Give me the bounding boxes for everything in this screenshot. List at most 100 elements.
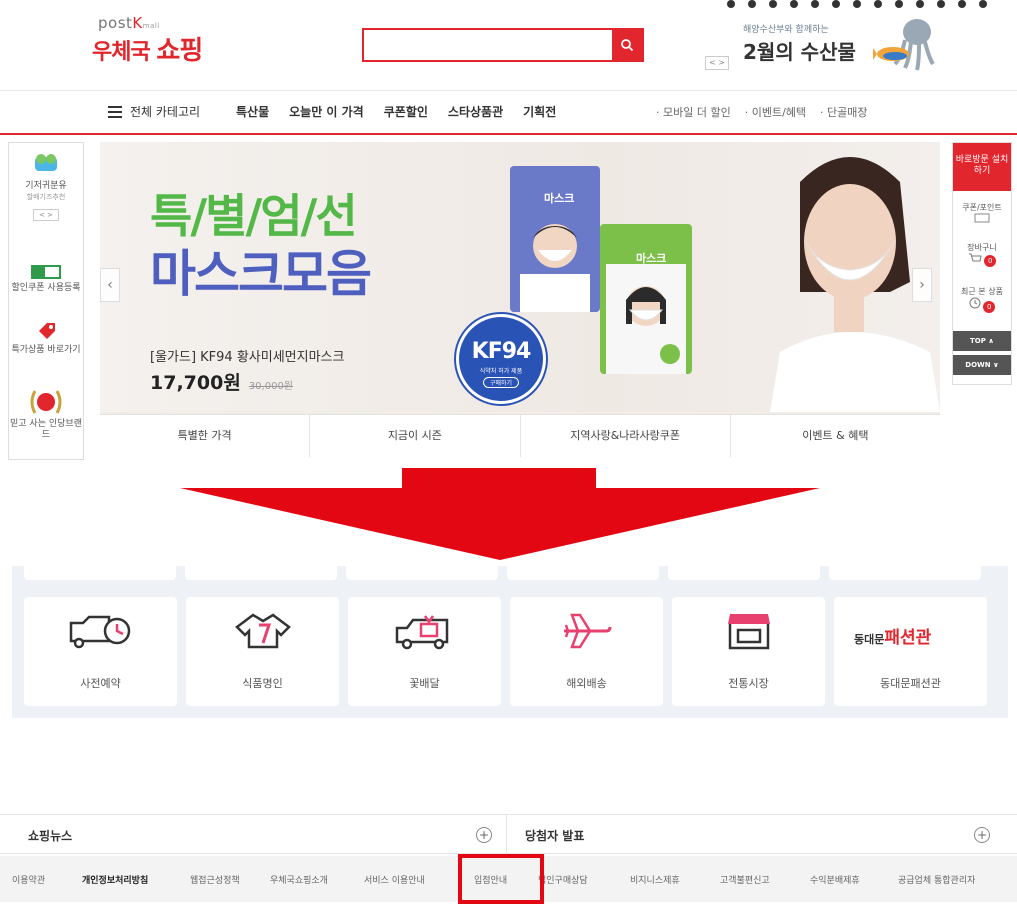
service-flower-delivery-label: 꽃배달	[409, 677, 440, 690]
kf94-badge-sub: 식약처 허가 제품	[479, 368, 523, 375]
nav-sub-event[interactable]: · 이벤트/혜택	[745, 104, 806, 120]
kf94-badge-button: 구매하기	[483, 377, 519, 388]
service-overseas-shipping[interactable]: 해외배송	[510, 597, 663, 706]
nav-item-exhibition[interactable]: 기획전	[523, 103, 556, 120]
girl-model-image	[606, 264, 686, 374]
gift-truck-icon	[395, 615, 449, 650]
scroll-down-button[interactable]: DOWN ∨	[953, 355, 1011, 375]
footer-link-complaint[interactable]: 고객불편신고	[720, 873, 770, 886]
promo-title: 2월의 수산물	[743, 40, 856, 64]
promo-nav-button[interactable]: < >	[705, 56, 729, 70]
quick-diaper-label: 기저귀분유	[25, 181, 67, 191]
promo-dots	[727, 0, 987, 8]
recent-viewed-item[interactable]: 최근 본 상품 0	[953, 287, 1011, 313]
service-food-master-label: 식품명인	[242, 677, 283, 690]
octopus-fish-icon	[873, 19, 935, 71]
hero-old-price: 30,000원	[248, 381, 294, 392]
kf94-badge: KF94 식약처 허가 제품 구매하기	[456, 314, 546, 404]
quick-special[interactable]: 특가상품 바로가기	[9, 319, 83, 356]
coupon-point-item[interactable]: 쿠폰/포인트	[953, 203, 1011, 226]
cart-item[interactable]: 장바구니 0	[953, 243, 1011, 267]
hero-title-line2: 마스크모음	[150, 245, 372, 303]
service-dongdaemun-label: 동대문패션관	[880, 677, 941, 690]
service-overseas-shipping-label: 해외배송	[566, 677, 607, 690]
shopping-news-more-button[interactable]: +	[476, 827, 492, 843]
footer-link-supplier[interactable]: 공급업체 통합관리자	[898, 873, 975, 886]
scroll-top-button[interactable]: TOP ∧	[953, 331, 1011, 351]
hamburger-icon	[108, 105, 122, 118]
tag-icon	[39, 323, 55, 339]
nav-item-specialty[interactable]: 특산물	[236, 103, 269, 120]
hero-banner[interactable]: 특/별/엄/선 마스크모음 [울가드] KF94 황사미세먼지마스크 17,70…	[100, 142, 940, 457]
service-preorder[interactable]: 사전예약	[24, 597, 177, 706]
logo[interactable]: postKmall 우체국 쇼핑	[92, 14, 232, 66]
install-shortcut-button[interactable]: 바로방문 설치하기	[953, 143, 1011, 191]
mask-package-green: 마스크	[600, 224, 692, 374]
quick-brand-label: 믿고 사는 인당브랜드	[10, 419, 82, 440]
service-top-row-cropped	[12, 566, 1008, 586]
nav-item-today-price[interactable]: 오늘만 이 가격	[289, 103, 364, 120]
footer-link-privacy[interactable]: 개인정보처리방침	[82, 873, 148, 886]
banner-tab-season[interactable]: 지금이 시즌	[310, 415, 521, 457]
banner-tab-special-price[interactable]: 특별한 가격	[100, 415, 311, 457]
service-traditional-market-label: 전통시장	[728, 677, 769, 690]
nav-sub-mobile-sale[interactable]: · 모바일 더 할인	[656, 104, 731, 120]
market-stall-icon	[728, 614, 770, 650]
service-dongdaemun[interactable]: 동대문패션관 동대문패션관	[834, 597, 987, 706]
service-traditional-market[interactable]: 전통시장	[672, 597, 825, 706]
quick-brand[interactable]: 믿고 사는 인당브랜드	[9, 389, 83, 441]
main-nav: 전체 카테고리 특산물 오늘만 이 가격 쿠폰할인 스타상품관 기획전 · 모바…	[0, 90, 1017, 135]
banner-tab-local-coupon[interactable]: 지역사랑&나라사랑쿠폰	[521, 415, 731, 457]
footer-link-service-guide[interactable]: 서비스 이용안내	[364, 873, 425, 886]
winner-announcement-title[interactable]: 당첨자 발표	[525, 827, 584, 844]
banner-prev-arrow[interactable]: ‹	[100, 268, 120, 302]
footer-link-about[interactable]: 우체국쇼핑소개	[270, 873, 328, 886]
banner-tab-event[interactable]: 이벤트 & 혜택	[731, 415, 940, 457]
cart-count-badge: 0	[984, 255, 997, 267]
all-category-label: 전체 카테고리	[130, 105, 201, 119]
alarm-truck-icon	[69, 615, 131, 649]
highlight-box	[458, 854, 544, 904]
service-food-master[interactable]: 식품명인	[186, 597, 339, 706]
service-flower-delivery[interactable]: 꽃배달	[348, 597, 501, 706]
promo-banner[interactable]: 해양수산부와 함께하는 2월의 수산물 < >	[705, 0, 987, 90]
footer-link-accessibility[interactable]: 웹접근성정책	[190, 873, 240, 886]
coupon-icon	[31, 265, 61, 279]
kf94-badge-main: KF94	[471, 339, 532, 364]
footer-link-terms[interactable]: 이용약관	[12, 873, 45, 886]
footer-link-revenue[interactable]: 수익분배제휴	[810, 873, 860, 886]
clock-icon	[969, 297, 981, 309]
cart-label: 장바구니	[967, 243, 997, 252]
quick-coupon-label: 할인쿠폰 사용등록	[11, 283, 81, 293]
search-input[interactable]	[364, 30, 612, 60]
banner-tabs: 특별한 가격 지금이 시즌 지역사랑&나라사랑쿠폰 이벤트 & 혜택	[100, 414, 940, 457]
quick-diaper[interactable]: 기저귀분유 할배기즈추천 < >	[9, 151, 83, 221]
nav-item-coupon-sale[interactable]: 쿠폰할인	[384, 103, 428, 120]
red-down-arrow-icon	[180, 468, 820, 560]
search-icon	[621, 39, 634, 52]
coupon-point-label: 쿠폰/포인트	[962, 203, 1002, 212]
quick-arrows[interactable]: < >	[33, 209, 59, 221]
brand-badge-icon	[30, 390, 62, 414]
mask-package-blue: 마스크	[510, 166, 600, 312]
shopping-news-title[interactable]: 쇼핑뉴스	[28, 827, 72, 844]
woman-model-image	[770, 157, 940, 412]
search-button[interactable]	[612, 30, 642, 60]
baby-bottle-icon	[35, 154, 57, 171]
recent-count-badge: 0	[983, 301, 996, 313]
nav-item-star-products[interactable]: 스타상품관	[448, 103, 503, 120]
footer-link-business[interactable]: 비지니스제휴	[630, 873, 680, 886]
mask-package-blue-label: 마스크	[544, 192, 575, 205]
winner-more-button[interactable]: +	[974, 827, 990, 843]
left-quick-menu: 기저귀분유 할배기즈추천 < > 할인쿠폰 사용등록 특가상품 바로가기 믿고 …	[8, 142, 84, 460]
all-category-button[interactable]: 전체 카테고리	[108, 103, 200, 120]
logo-title: 우체국 쇼핑	[92, 36, 203, 66]
coupon-small-icon	[974, 213, 990, 223]
banner-next-arrow[interactable]: ›	[912, 268, 932, 302]
dongdaemun-logo: 동대문패션관	[854, 628, 932, 648]
quick-coupon[interactable]: 할인쿠폰 사용등록	[9, 265, 83, 294]
news-section: 쇼핑뉴스 + 당첨자 발표 +	[0, 814, 1017, 855]
nav-sub-favorite-store[interactable]: · 단골매장	[820, 104, 867, 120]
footer-link-corporate[interactable]: 법인구매상담	[538, 873, 588, 886]
hero-product-name: [울가드] KF94 황사미세먼지마스크	[150, 350, 345, 365]
